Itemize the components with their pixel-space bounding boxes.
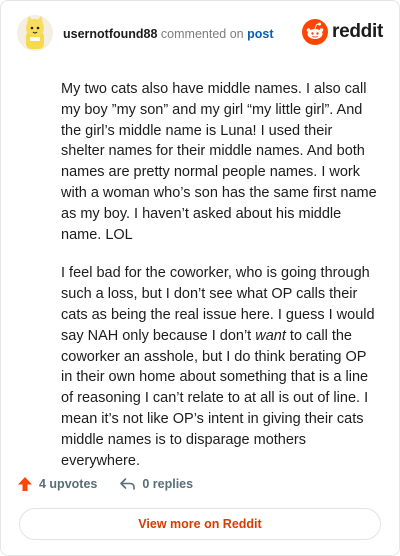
view-more-button[interactable]: View more on Reddit: [19, 508, 381, 540]
reply-arrow-icon: [120, 478, 136, 490]
comment-actions: 4 upvotes 0 replies: [17, 473, 215, 495]
reddit-wordmark: reddit: [332, 21, 383, 42]
reply-count: 0 replies: [142, 477, 194, 491]
embedded-comment-card: usernotfound88 commented on post reddit …: [0, 0, 400, 556]
commented-on-text: commented on: [157, 27, 248, 41]
username-link[interactable]: usernotfound88: [63, 27, 157, 41]
emphasized-text: want: [255, 327, 286, 344]
comment-header: usernotfound88 commented on post reddit: [17, 15, 383, 55]
upvote-arrow-icon: [18, 477, 32, 491]
avatar-cat-icon: [17, 15, 53, 51]
upvote-button[interactable]: 4 upvotes: [17, 476, 97, 492]
reddit-logo[interactable]: reddit: [302, 19, 383, 45]
comment-text: to call the coworker an asshole, but I d…: [61, 327, 369, 469]
replies-button[interactable]: 0 replies: [119, 476, 193, 492]
comment-byline: usernotfound88 commented on post: [63, 27, 273, 41]
post-link[interactable]: post: [247, 27, 273, 41]
user-avatar[interactable]: [17, 15, 53, 51]
reddit-snoo-icon: [302, 19, 329, 45]
comment-paragraph: I feel bad for the coworker, who is goin…: [61, 263, 377, 471]
comment-paragraph: My two cats also have middle names. I al…: [61, 81, 377, 243]
comment-body: My two cats also have middle names. I al…: [61, 79, 377, 489]
upvote-count: 4 upvotes: [39, 477, 98, 491]
